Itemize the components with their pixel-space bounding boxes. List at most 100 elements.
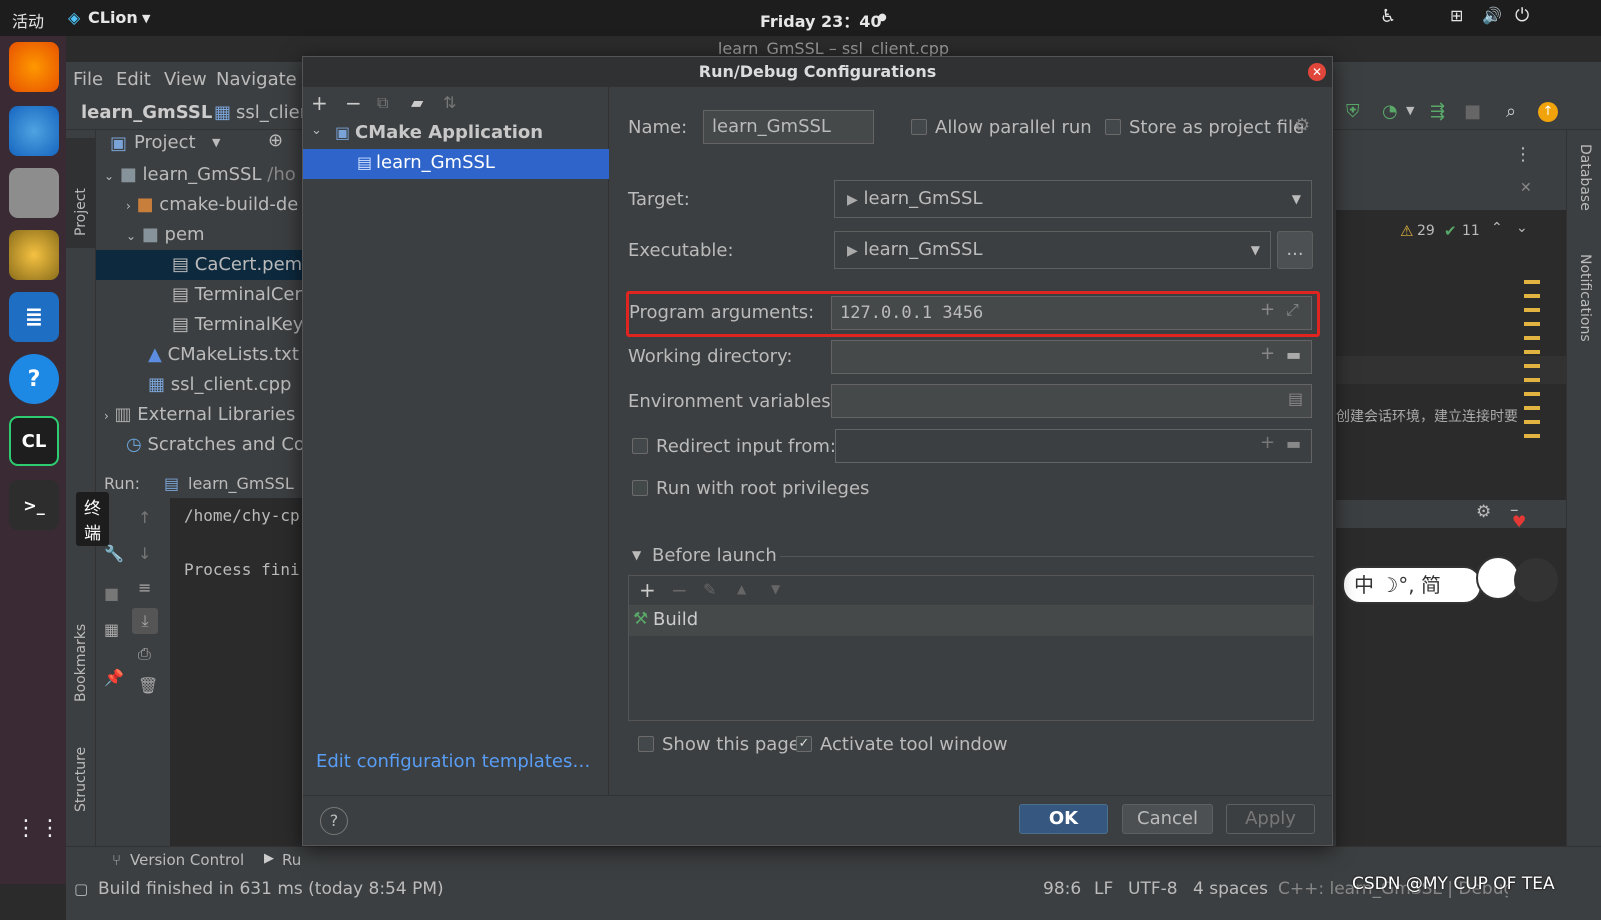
gear-icon[interactable]: ⚙ [1294, 115, 1310, 136]
terminal-icon[interactable]: >_ [9, 480, 59, 530]
chevron-up-icon[interactable]: ⌃ [1491, 220, 1503, 236]
add-icon[interactable]: + [1260, 432, 1275, 453]
volume-icon[interactable]: 🔊 [1482, 6, 1502, 25]
folder-icon[interactable]: ▬ [1286, 345, 1301, 364]
debug-icon[interactable]: ⛨ [1346, 101, 1360, 122]
notifications-tab[interactable]: Notifications [1577, 254, 1593, 342]
tree-item-terminalkey[interactable]: ▤ TerminalKey [96, 310, 306, 340]
tree-item-terminalcert[interactable]: ▤ TerminalCert [96, 280, 309, 310]
help-button[interactable]: ? [320, 807, 348, 835]
file-encoding[interactable]: UTF-8 [1128, 879, 1178, 899]
attach-icon[interactable]: ⇶ [1430, 101, 1445, 122]
store-project-checkbox[interactable] [1105, 119, 1121, 135]
activate-tool-checkbox[interactable]: ✓ [796, 736, 812, 752]
arrow-up-icon[interactable]: ↑ [138, 508, 151, 527]
bookmarks-tab[interactable]: Bookmarks [73, 624, 89, 702]
menu-edit[interactable]: Edit [116, 69, 151, 90]
redirect-input-checkbox[interactable] [632, 438, 648, 454]
target-select[interactable]: ▶ learn_GmSSL ▼ [834, 180, 1312, 218]
add-icon[interactable]: + [1260, 299, 1275, 320]
settings-icon[interactable]: ⚙ [1476, 502, 1491, 522]
document-icon[interactable]: ▤ [1288, 389, 1303, 408]
tree-group-cmake[interactable]: ⌄ ▣ CMake Application [303, 119, 609, 149]
apply-button[interactable]: Apply [1226, 804, 1315, 834]
error-stripe[interactable] [1524, 280, 1540, 440]
move-down-icon[interactable]: ▼ [771, 582, 780, 596]
version-control-tab[interactable]: Version Control [130, 851, 244, 869]
working-dir-input[interactable] [831, 340, 1312, 374]
firefox-icon[interactable] [9, 42, 59, 92]
tree-item-cmakelists[interactable]: ▲ CMakeLists.txt [96, 340, 306, 370]
line-separator[interactable]: LF [1094, 879, 1113, 899]
executable-select[interactable]: ▶ learn_GmSSL ▼ [834, 231, 1271, 269]
before-launch-label[interactable]: Before launch [652, 545, 777, 566]
chevron-down-icon[interactable]: ▼ [212, 136, 220, 149]
chevron-down-icon[interactable]: ⌄ [1516, 220, 1528, 236]
arrow-down-icon[interactable]: ↓ [138, 544, 151, 563]
project-header[interactable]: Project [134, 132, 196, 153]
new-folder-icon[interactable]: ▰ [411, 93, 423, 112]
menu-view[interactable]: View [164, 69, 207, 90]
clion-dock-icon[interactable]: CL [9, 416, 59, 466]
files-icon[interactable] [9, 168, 59, 218]
menu-file[interactable]: File [73, 69, 103, 90]
add-icon[interactable]: + [1260, 343, 1275, 364]
app-menu[interactable]: CLion [88, 8, 138, 27]
activities-button[interactable]: 活动 [12, 8, 44, 32]
redirect-input-field[interactable] [835, 429, 1312, 463]
soft-wrap-icon[interactable]: ≡ [138, 578, 151, 597]
check-count[interactable]: 11 [1462, 223, 1480, 239]
folder-icon[interactable]: ▬ [1286, 434, 1301, 453]
root-privileges-checkbox[interactable] [632, 480, 648, 496]
layout-icon[interactable]: ▦ [104, 620, 119, 639]
ime-indicator[interactable]: 中 ☽°, 简 [1342, 566, 1482, 604]
show-page-checkbox[interactable] [638, 736, 654, 752]
tree-item-learn-gmssl[interactable]: ▤ learn_GmSSL [303, 149, 609, 179]
run-config-tab[interactable]: learn_GmSSL [188, 474, 294, 493]
help-icon[interactable]: ? [9, 354, 59, 404]
browse-executable-button[interactable]: ... [1277, 231, 1313, 269]
sort-icon[interactable]: ⇅ [443, 93, 456, 112]
close-icon[interactable]: ✕ [1520, 180, 1532, 196]
trash-icon[interactable]: 🗑 [138, 676, 158, 695]
scroll-end-icon[interactable]: ⤓ [132, 608, 158, 634]
run-tab[interactable]: Ru [282, 851, 301, 869]
cursor-position[interactable]: 98:6 [1043, 879, 1081, 899]
add-icon[interactable]: + [311, 91, 328, 115]
update-icon[interactable]: ↑ [1538, 102, 1558, 122]
copy-icon[interactable]: ⧉ [377, 93, 388, 113]
edit-templates-link[interactable]: Edit configuration templates… [316, 751, 590, 772]
tree-item-root[interactable]: ⌄ ■ learn_GmSSL /ho [96, 160, 306, 190]
coverage-icon[interactable]: ◔ [1382, 101, 1398, 122]
status-bar-icon[interactable]: ▢ [74, 880, 88, 898]
add-icon[interactable]: + [639, 578, 656, 602]
tree-item-external-libraries[interactable]: › ▥ External Libraries [96, 400, 306, 430]
search-icon[interactable]: ⌕ [1506, 101, 1516, 122]
tree-item-ssl-client[interactable]: ▦ ssl_client.cpp [96, 370, 306, 400]
network-icon[interactable]: ⊞ [1450, 6, 1463, 25]
tree-item-pem[interactable]: ⌄ ■ pem [96, 220, 306, 250]
tree-item-cmake-build[interactable]: › ■ cmake-build-de [96, 190, 306, 220]
power-icon[interactable]: ⏻ [1515, 5, 1529, 26]
cancel-button[interactable]: Cancel [1122, 804, 1213, 834]
program-args-input[interactable]: 127.0.0.1 3456 [831, 296, 1312, 330]
structure-tab[interactable]: Structure [73, 747, 89, 812]
tree-item-cacert[interactable]: ▤ CaCert.pem [96, 250, 306, 280]
chevron-down-icon[interactable]: ▼ [632, 548, 641, 562]
more-icon[interactable]: ⋮ [1514, 144, 1532, 165]
env-vars-input[interactable] [831, 384, 1312, 418]
clock[interactable]: Friday 23：40 [760, 8, 882, 32]
project-tab[interactable]: Project [66, 138, 96, 248]
database-tab[interactable]: Database [1577, 144, 1593, 211]
expand-icon[interactable]: ⤢ [1286, 300, 1299, 320]
remove-icon[interactable]: − [345, 91, 362, 115]
edit-icon[interactable]: ✎ [703, 580, 716, 599]
build-task-row[interactable]: ⚒ Build [629, 606, 1313, 636]
move-up-icon[interactable]: ▲ [737, 582, 746, 596]
allow-parallel-checkbox[interactable] [911, 119, 927, 135]
menu-navigate[interactable]: Navigate [216, 69, 297, 90]
name-input[interactable]: learn_GmSSL [703, 110, 874, 144]
accessibility-icon[interactable]: ♿ [1380, 6, 1396, 27]
ok-button[interactable]: OK [1019, 804, 1108, 834]
thunderbird-icon[interactable] [9, 106, 59, 156]
